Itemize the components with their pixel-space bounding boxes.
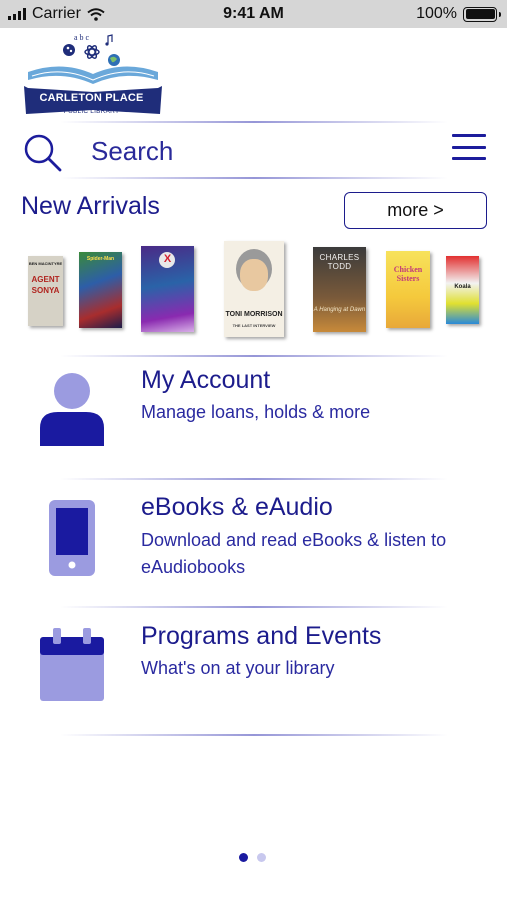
- page-dot-active[interactable]: [239, 853, 248, 862]
- book-cover[interactable]: TONI MORRISON THE LAST INTERVIEW: [224, 241, 284, 337]
- menu-item-ebooks[interactable]: eBooks & eAudio Download and read eBooks…: [0, 485, 507, 605]
- divider: [60, 177, 448, 179]
- page-indicator: [239, 853, 266, 862]
- book-cover[interactable]: Chicken Sisters: [386, 251, 430, 328]
- battery-icon: [463, 6, 501, 22]
- menu-item-programs-events[interactable]: Programs and Events What's on at your li…: [0, 612, 507, 727]
- logo-book-icon: a b c: [24, 33, 162, 114]
- phone-icon: [49, 500, 95, 576]
- hamburger-menu-icon[interactable]: [452, 132, 488, 162]
- divider: [60, 606, 448, 608]
- calendar-icon: [40, 628, 104, 701]
- divider: [60, 355, 448, 357]
- menu-item-my-account[interactable]: My Account Manage loans, holds & more: [0, 360, 507, 475]
- status-bar: Carrier 9:41 AM 100%: [0, 0, 507, 28]
- search-input[interactable]: [82, 132, 422, 170]
- divider: [60, 734, 448, 736]
- book-cover[interactable]: CHARLES TODD A Hanging at Dawn: [313, 247, 366, 332]
- ebooks-description: Download and read eBooks & listen to eAu…: [141, 530, 447, 577]
- book-cover[interactable]: X: [141, 246, 194, 332]
- logo-letters: a b c: [74, 33, 90, 42]
- logo-name-line2: PUBLIC LIBRARY: [63, 108, 120, 115]
- search-icon[interactable]: [22, 132, 62, 172]
- search-bar: [0, 124, 507, 178]
- divider: [60, 121, 448, 123]
- person-icon: [40, 373, 104, 446]
- book-cover[interactable]: Spider-Man: [79, 252, 122, 328]
- status-right: 100%: [416, 5, 501, 23]
- more-button[interactable]: more >: [344, 192, 487, 229]
- programs-description: What's on at your library: [141, 658, 335, 678]
- programs-title: Programs and Events: [141, 622, 382, 650]
- library-logo[interactable]: a b c CARLETON PLACE PUBLIC LIBRARY: [24, 30, 162, 118]
- divider: [60, 478, 448, 480]
- logo-name-line1: CARLETON PLACE: [39, 92, 144, 104]
- my-account-title: My Account: [141, 366, 271, 394]
- page-dot[interactable]: [257, 853, 266, 862]
- book-cover[interactable]: Koala: [446, 256, 479, 324]
- my-account-description: Manage loans, holds & more: [141, 402, 371, 422]
- ebooks-title: eBooks & eAudio: [141, 493, 333, 521]
- battery-label: 100%: [416, 5, 457, 22]
- book-cover[interactable]: BEN MACINTYRE AGENT SONYA: [28, 256, 63, 326]
- new-arrivals-title: New Arrivals: [21, 192, 160, 220]
